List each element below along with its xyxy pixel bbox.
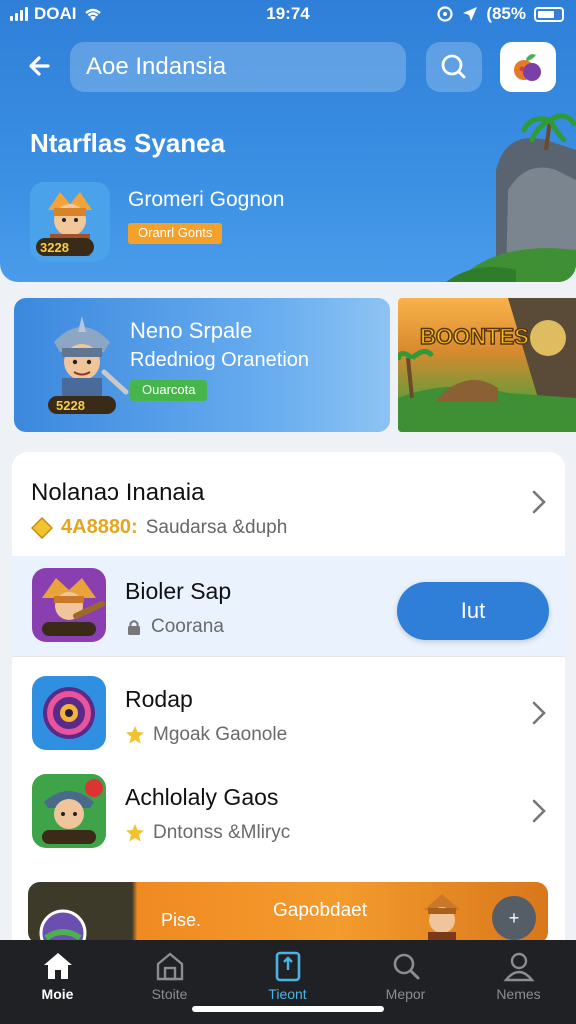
promo-badge: Ouarcota	[130, 380, 208, 401]
hero-game-name: Gromeri Gognon	[128, 188, 285, 211]
search-icon	[393, 953, 419, 980]
island-illustration	[446, 113, 576, 282]
fruit-avatar-icon	[514, 54, 541, 81]
status-bar: DOAI 19:74 (85%	[0, 0, 576, 30]
hero-game-icon[interactable]: 3228	[30, 182, 110, 262]
gem-icon	[31, 516, 53, 539]
hero-header: DOAI 19:74 (85% Aoe Indansia Ntarflas Sy…	[0, 0, 576, 282]
promo-side-card[interactable]: BOONTES	[398, 298, 576, 432]
hero-title: Ntarflas Syanea	[30, 128, 226, 158]
banner-center-text: Gapobdaet	[273, 900, 368, 921]
app-icon	[32, 568, 106, 642]
promo-subtitle: Rdedniog Oranetion	[130, 349, 310, 371]
banner-left-text: Pise.	[161, 910, 202, 930]
hero-badge: Oranrl Gonts	[128, 223, 223, 244]
chevron-right-icon	[532, 701, 546, 725]
tab-label: Stoite	[151, 986, 188, 1002]
sync-icon	[437, 6, 453, 22]
promo-title: Neno Srpale	[130, 318, 253, 343]
promo-side-label: BOONTES	[420, 324, 529, 349]
add-fab-button[interactable]: +	[492, 896, 536, 940]
chevron-right-icon	[532, 799, 546, 823]
app-subtitle-row: Mgoak Gaonole	[125, 724, 287, 746]
app-icon	[32, 676, 106, 750]
list-item[interactable]: Bioler Sap Coorana Iut	[12, 556, 565, 656]
home-icon	[43, 953, 72, 979]
tablet-icon	[275, 951, 300, 982]
gem-value: 4A8880:	[61, 516, 138, 538]
back-arrow-icon[interactable]	[22, 46, 62, 86]
star-icon	[126, 824, 144, 842]
section-title: Nolanaɔ Inanaia	[31, 479, 205, 506]
vortex-icon	[32, 676, 106, 750]
list-item[interactable]: Rodap Mgoak Gaonole	[12, 664, 565, 764]
promo-icon-value: 5228	[56, 398, 85, 413]
divider	[12, 656, 565, 657]
section-subtitle: Saudarsa &duph	[145, 516, 288, 538]
tab-store[interactable]: Stoite	[112, 940, 227, 1010]
hero-character-icon	[424, 894, 460, 944]
adventure-illustration: BOONTES	[398, 298, 576, 432]
search-icon	[441, 54, 466, 79]
planet-icon	[39, 909, 87, 944]
promo-banner[interactable]: Pise. Gapobdaet	[28, 882, 548, 944]
install-button[interactable]: Iut	[397, 582, 549, 640]
tab-label: Tieont	[268, 986, 307, 1002]
lock-icon	[128, 620, 140, 635]
app-subtitle-row: Dntonss &Mliryc	[125, 822, 290, 844]
app-subtitle-row: Coorana	[125, 616, 224, 638]
soldier-icon	[32, 774, 106, 848]
avatar-button[interactable]	[500, 42, 556, 92]
store-icon	[156, 952, 183, 981]
tab-label: Moie	[41, 986, 74, 1002]
chevron-right-icon	[532, 490, 546, 514]
promo-card[interactable]: 5228 Neno Srpale Rdedniog Oranetion Ouar…	[14, 298, 390, 432]
tab-home[interactable]: Moie	[0, 940, 115, 1010]
app-subtitle: Coorana	[151, 616, 224, 637]
battery-icon	[534, 6, 564, 22]
app-subtitle: Dntonss &Mliryc	[153, 822, 291, 843]
knight-icon: 5228	[48, 316, 129, 414]
viking-icon	[32, 568, 106, 642]
section-header[interactable]: Nolanaɔ Inanaia 4A8880: Saudarsa &duph	[12, 452, 565, 556]
app-icon	[32, 774, 106, 848]
app-title: Rodap	[125, 686, 193, 712]
search-input[interactable]: Aoe Indansia	[70, 42, 406, 92]
tab-profile[interactable]: Nemes	[461, 940, 576, 1010]
home-indicator[interactable]	[192, 1006, 384, 1012]
warrior-icon: 3228	[30, 182, 110, 262]
star-icon	[126, 726, 144, 744]
app-title: Achlolaly Gaos	[125, 784, 279, 810]
search-button[interactable]	[426, 42, 482, 92]
profile-icon	[502, 952, 535, 982]
tab-search[interactable]: Mepor	[348, 940, 463, 1010]
tab-label: Mepor	[385, 986, 426, 1002]
section-subtitle-row: 4A8880: Saudarsa &duph	[31, 516, 287, 539]
tab-label: Nemes	[496, 986, 541, 1002]
location-arrow-icon	[463, 7, 478, 21]
app-subtitle: Mgoak Gaonole	[153, 724, 288, 745]
battery-percent: (85%	[486, 4, 526, 23]
hero-icon-value: 3228	[40, 240, 69, 255]
tab-tablet[interactable]: Tieont	[230, 940, 345, 1010]
list-item[interactable]: Achlolaly Gaos Dntonss &Mliryc	[12, 762, 565, 862]
app-title: Bioler Sap	[125, 578, 232, 604]
